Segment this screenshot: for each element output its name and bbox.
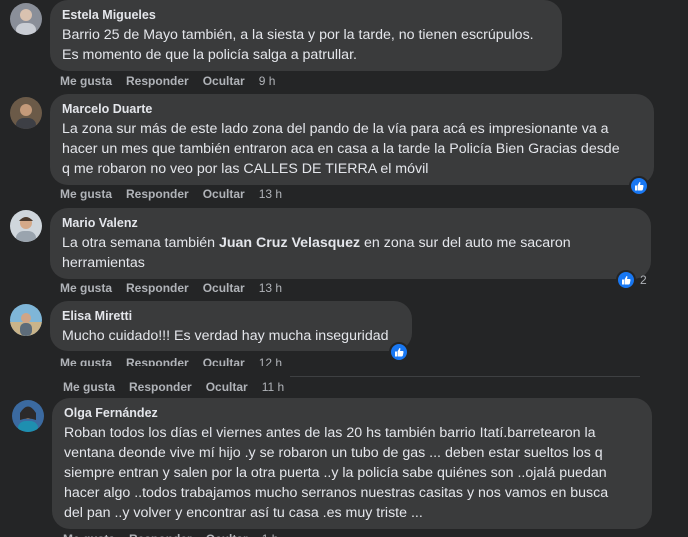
reaction-summary[interactable]: 2 (616, 270, 647, 290)
comment-text-line: Barrio 25 de Mayo también, a la siesta y… (62, 27, 534, 43)
comment-bubble: Estela Migueles Barrio 25 de Mayo tambié… (50, 0, 562, 71)
like-button[interactable]: Me gusta (60, 74, 112, 88)
reaction-count: 2 (640, 273, 647, 287)
comment-text-line: del pan ..y volver y encontrar así tu ca… (64, 505, 423, 521)
hide-button[interactable]: Ocultar (203, 74, 245, 88)
comment-text-line: q me robaron no veo por las CALLES DE TI… (62, 161, 429, 177)
reply-button[interactable]: Responder (126, 281, 189, 295)
reply-button[interactable]: Responder (126, 74, 189, 88)
comment-timestamp[interactable]: 13 h (259, 281, 282, 295)
comment-author[interactable]: Estela Migueles (62, 8, 550, 22)
comment-timestamp[interactable]: 13 h (259, 187, 282, 201)
comment-author[interactable]: Mario Valenz (62, 216, 639, 230)
comment-timestamp[interactable]: 9 h (259, 74, 276, 88)
comment-timestamp[interactable]: 12 h (259, 356, 282, 366)
comment-actions: Me gusta Responder Ocultar 13 h (60, 187, 296, 203)
comment-text-line: Roban todos los días el viernes antes de… (64, 425, 596, 441)
divider (290, 376, 640, 377)
comment-bubble: Mario Valenz La otra semana también Juan… (50, 208, 651, 279)
comment-bubble: Marcelo Duarte La zona sur más de este l… (50, 94, 654, 185)
comment-text-line: Mucho cuidado!!! Es verdad hay mucha ins… (62, 328, 389, 344)
avatar[interactable] (10, 97, 42, 129)
comment-actions: Me gusta Responder Ocultar 12 h (60, 356, 296, 366)
like-button[interactable]: Me gusta (60, 187, 112, 201)
text-segment: La otra semana también (62, 235, 219, 251)
reaction-summary[interactable] (629, 176, 649, 196)
reply-button[interactable]: Responder (126, 356, 189, 366)
comment-timestamp[interactable]: 1 h (262, 532, 279, 537)
comment-text-line: ventana deonde vive mí hijo .y se robaro… (64, 445, 603, 461)
comment-text-line: siempre entran y salen por la otra puert… (64, 465, 607, 481)
avatar[interactable] (10, 304, 42, 336)
reply-button[interactable]: Responder (129, 532, 192, 537)
comment-author[interactable]: Elisa Miretti (62, 309, 400, 323)
comment-timestamp[interactable]: 11 h (262, 380, 284, 394)
text-segment: en zona sur del auto me sacaron (360, 235, 571, 251)
like-icon (616, 270, 636, 290)
comment-text-line: herramientas (62, 255, 145, 271)
like-button[interactable]: Me gusta (63, 532, 115, 537)
comment-text-line: hacer algo ..todos trabajamos mucho serr… (64, 485, 609, 501)
like-icon (629, 176, 649, 196)
hide-button[interactable]: Ocultar (203, 356, 245, 366)
like-button[interactable]: Me gusta (63, 380, 115, 394)
like-button[interactable]: Me gusta (60, 356, 112, 366)
comment-bubble: Olga Fernández Roban todos los días el v… (52, 398, 652, 529)
like-button[interactable]: Me gusta (60, 281, 112, 295)
hide-button[interactable]: Ocultar (203, 281, 245, 295)
hide-button[interactable]: Ocultar (206, 532, 248, 537)
avatar[interactable] (12, 400, 44, 432)
comment-text-line: La otra semana también Juan Cruz Velasqu… (62, 233, 639, 253)
reaction-summary[interactable] (389, 342, 409, 362)
comment-actions: Me gusta Responder Ocultar 1 h (63, 532, 292, 537)
comment-text-line: La zona sur más de este lado zona del pa… (62, 121, 609, 137)
hide-button[interactable]: Ocultar (206, 380, 248, 394)
comment-actions: Me gusta Responder Ocultar 11 h (63, 380, 298, 396)
like-icon (389, 342, 409, 362)
reply-button[interactable]: Responder (129, 380, 192, 394)
comment-actions: Me gusta Responder Ocultar 13 h (60, 281, 296, 297)
comment-bubble: Elisa Miretti Mucho cuidado!!! Es verdad… (50, 301, 412, 351)
comment-text-line: Es momento de que la policía salga a pat… (62, 47, 357, 63)
avatar[interactable] (10, 3, 42, 35)
comment-author[interactable]: Olga Fernández (64, 406, 640, 420)
comment-text-line: hacer un mes que también entraron aca en… (62, 141, 620, 157)
mentioned-user-link[interactable]: Juan Cruz Velasquez (219, 235, 360, 251)
comment-actions: Me gusta Responder Ocultar 9 h (60, 74, 289, 90)
reply-button[interactable]: Responder (126, 187, 189, 201)
comment-author[interactable]: Marcelo Duarte (62, 102, 642, 116)
hide-button[interactable]: Ocultar (203, 187, 245, 201)
avatar[interactable] (10, 210, 42, 242)
